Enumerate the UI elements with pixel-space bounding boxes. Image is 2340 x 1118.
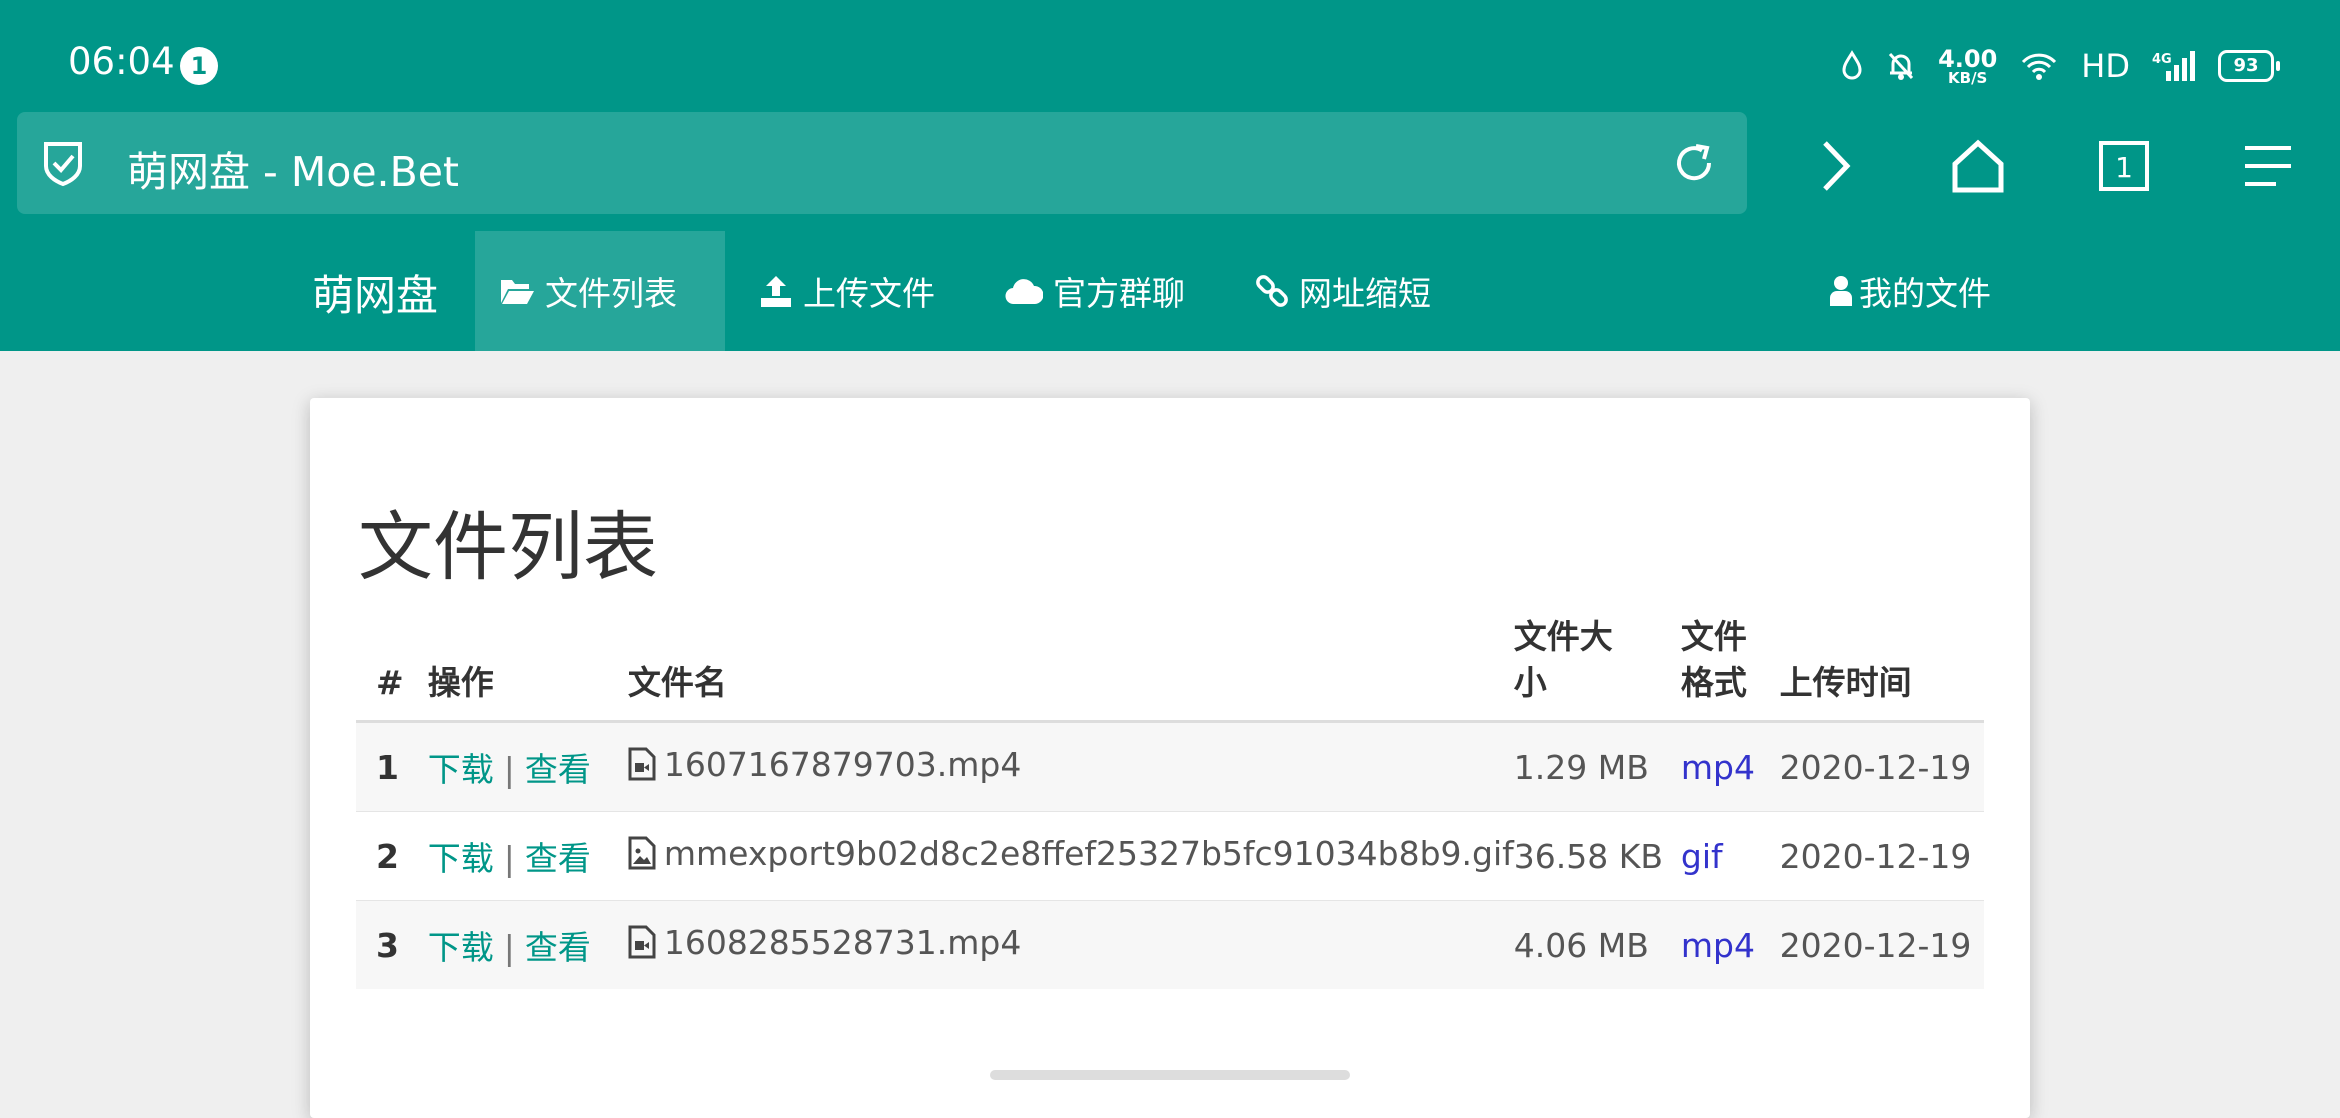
- chevron-right-icon: [1823, 141, 1851, 191]
- file-list-card: 文件列表 # 操作 文件名 文件大 小 文件 格式 上传时间 1 下载 | 查看…: [310, 398, 2030, 1118]
- signal-icon: 4G: [2152, 49, 2196, 83]
- table-row: 1 下载 | 查看 1607167879703.mp4 1.29 MB mp4 20…: [356, 721, 1984, 812]
- row-actions: 下载 | 查看: [427, 811, 628, 901]
- header-ops: 操作: [427, 602, 628, 723]
- status-time: 06:04: [68, 40, 175, 83]
- row-upload-time: 2020-12-19 05:5: [1779, 721, 1984, 812]
- header-size: 文件大 小: [1513, 602, 1681, 723]
- row-filename: mmexport9b02d8c2e8ffef25327b5fc91034b8b9…: [627, 811, 1514, 901]
- status-icons: 4.00 KB/S HD 4G 93: [1840, 40, 2280, 92]
- row-upload-time: 2020-12-19 05:3: [1779, 811, 1984, 901]
- download-link[interactable]: 下载: [428, 839, 494, 878]
- row-upload-time: 2020-12-19 05:3: [1779, 900, 1984, 989]
- format-link[interactable]: mp4: [1681, 748, 1755, 787]
- row-format: gif: [1680, 811, 1780, 901]
- row-size: 4.06 MB: [1513, 900, 1681, 989]
- row-format: mp4: [1680, 721, 1780, 812]
- battery-indicator: 93: [2218, 50, 2280, 82]
- row-actions: 下载 | 查看: [427, 900, 628, 989]
- file-table-container[interactable]: # 操作 文件名 文件大 小 文件 格式 上传时间 1 下载 | 查看 1607…: [356, 602, 1984, 989]
- link-icon: [1256, 275, 1288, 307]
- row-actions: 下载 | 查看: [427, 721, 628, 812]
- row-filename: 1608285528731.mp4: [627, 900, 1514, 989]
- svg-text:1: 1: [2115, 151, 2133, 184]
- row-num: 3: [356, 900, 428, 989]
- card-title: 文件列表: [358, 503, 659, 591]
- hamburger-menu-icon: [2245, 146, 2291, 186]
- video-file-icon: [628, 747, 656, 781]
- home-button[interactable]: [1948, 136, 2008, 196]
- nav-url-shortener[interactable]: 网址缩短: [1231, 231, 1455, 351]
- nav-upload[interactable]: 上传文件: [735, 231, 959, 351]
- header-num: #: [356, 602, 428, 723]
- user-icon: [1830, 276, 1852, 306]
- water-drop-icon: [1840, 50, 1864, 82]
- notification-badge: 1: [180, 47, 218, 85]
- table-row: 2 下载 | 查看 mmexport9b02d8c2e8ffef25327b5fc9…: [356, 811, 1984, 901]
- header-name: 文件名: [627, 602, 1514, 723]
- table-row: 3 下载 | 查看 1608285528731.mp4 4.06 MB mp4 20…: [356, 900, 1984, 989]
- action-separator: |: [503, 750, 515, 789]
- reload-icon[interactable]: [1669, 138, 1719, 192]
- nav-file-list[interactable]: 文件列表: [475, 231, 725, 351]
- nav-file-list-label: 文件列表: [545, 274, 677, 313]
- action-separator: |: [503, 928, 515, 967]
- bell-off-icon: [1886, 50, 1916, 82]
- view-link[interactable]: 查看: [525, 839, 591, 878]
- row-format: mp4: [1680, 900, 1780, 989]
- download-link[interactable]: 下载: [428, 750, 494, 789]
- nav-my-files[interactable]: 我的文件: [1805, 231, 2015, 351]
- home-icon: [1952, 139, 2004, 193]
- table-header-row: # 操作 文件名 文件大 小 文件 格式 上传时间: [356, 602, 1984, 723]
- upload-icon: [761, 276, 791, 307]
- tabs-icon: 1: [2099, 141, 2149, 191]
- nav-group-chat-label: 官方群聊: [1053, 274, 1185, 313]
- menu-button[interactable]: [2238, 136, 2298, 196]
- video-file-icon: [628, 925, 656, 959]
- forward-button[interactable]: [1805, 136, 1865, 196]
- action-separator: |: [503, 839, 515, 878]
- view-link[interactable]: 查看: [525, 750, 591, 789]
- site-brand[interactable]: 萌网盘: [312, 262, 438, 323]
- folder-open-icon: [501, 280, 534, 304]
- row-filename: 1607167879703.mp4: [627, 721, 1514, 812]
- row-size: 36.58 KB: [1513, 811, 1681, 901]
- hd-indicator: HD: [2081, 47, 2130, 85]
- format-link[interactable]: mp4: [1681, 926, 1755, 965]
- nav-url-shortener-label: 网址缩短: [1299, 274, 1431, 313]
- image-file-icon: [628, 836, 656, 870]
- address-bar[interactable]: 萌网盘 - Moe.Bet: [17, 112, 1747, 214]
- row-num: 1: [356, 721, 428, 812]
- row-num: 2: [356, 811, 428, 901]
- header-format: 文件 格式: [1680, 602, 1780, 723]
- file-table: # 操作 文件名 文件大 小 文件 格式 上传时间 1 下载 | 查看 1607…: [356, 602, 1984, 989]
- horizontal-scrollbar[interactable]: [990, 1070, 1350, 1080]
- nav-my-files-label: 我的文件: [1859, 274, 1991, 313]
- header-upload-time: 上传时间: [1779, 602, 1984, 723]
- top-bar: 06:04 1 4.00 KB/S HD 4G 93 萌网盘 - Moe.Bet…: [0, 0, 2340, 351]
- download-link[interactable]: 下载: [428, 928, 494, 967]
- wifi-icon: [2019, 50, 2059, 82]
- row-size: 1.29 MB: [1513, 721, 1681, 812]
- nav-group-chat[interactable]: 官方群聊: [981, 231, 1209, 351]
- tabs-button[interactable]: 1: [2094, 136, 2154, 196]
- shield-check-icon[interactable]: [41, 139, 85, 191]
- network-speed: 4.00 KB/S: [1938, 44, 1998, 87]
- svg-text:4G: 4G: [2152, 52, 2172, 67]
- nav-upload-label: 上传文件: [803, 274, 935, 313]
- cloud-icon: [1005, 279, 1043, 305]
- view-link[interactable]: 查看: [525, 928, 591, 967]
- format-link[interactable]: gif: [1681, 837, 1723, 876]
- page-title[interactable]: 萌网盘 - Moe.Bet: [127, 138, 459, 198]
